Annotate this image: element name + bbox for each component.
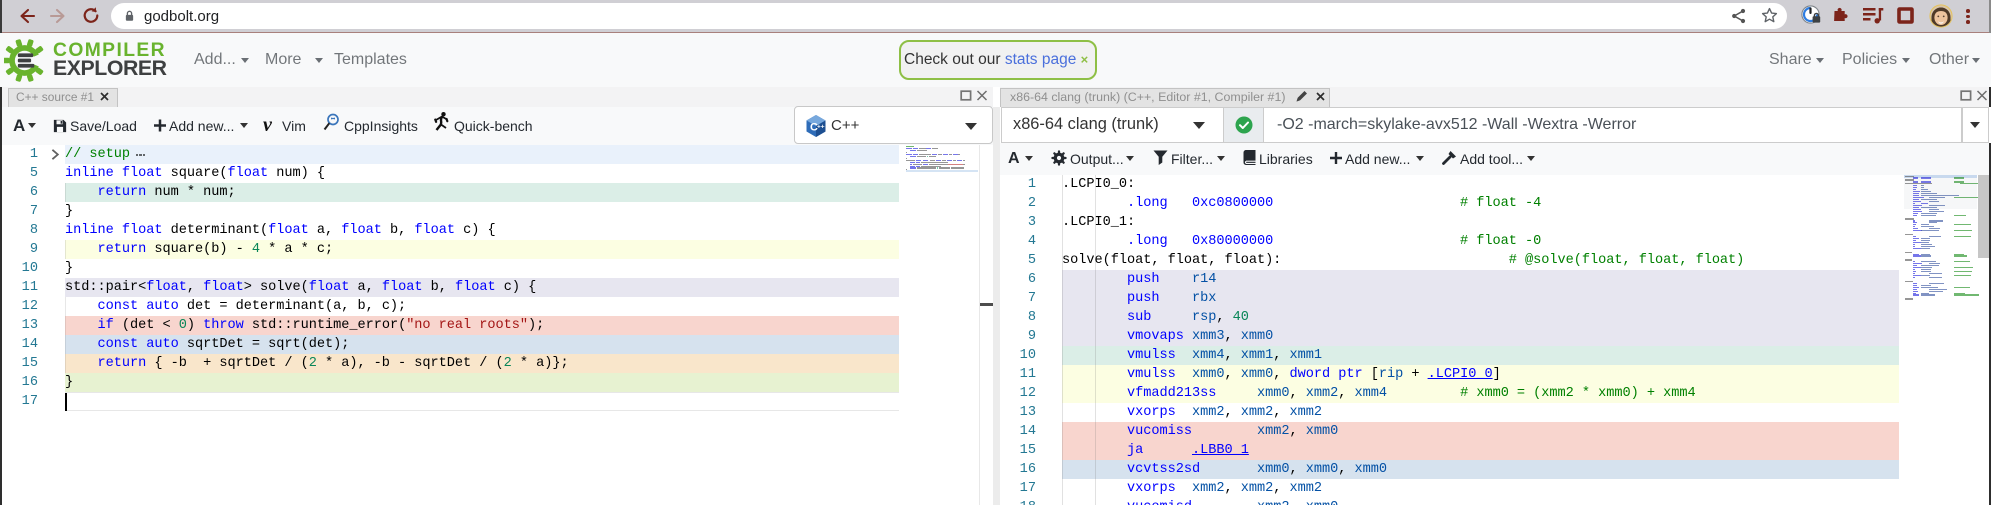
svg-text:++: ++ [817,124,825,131]
